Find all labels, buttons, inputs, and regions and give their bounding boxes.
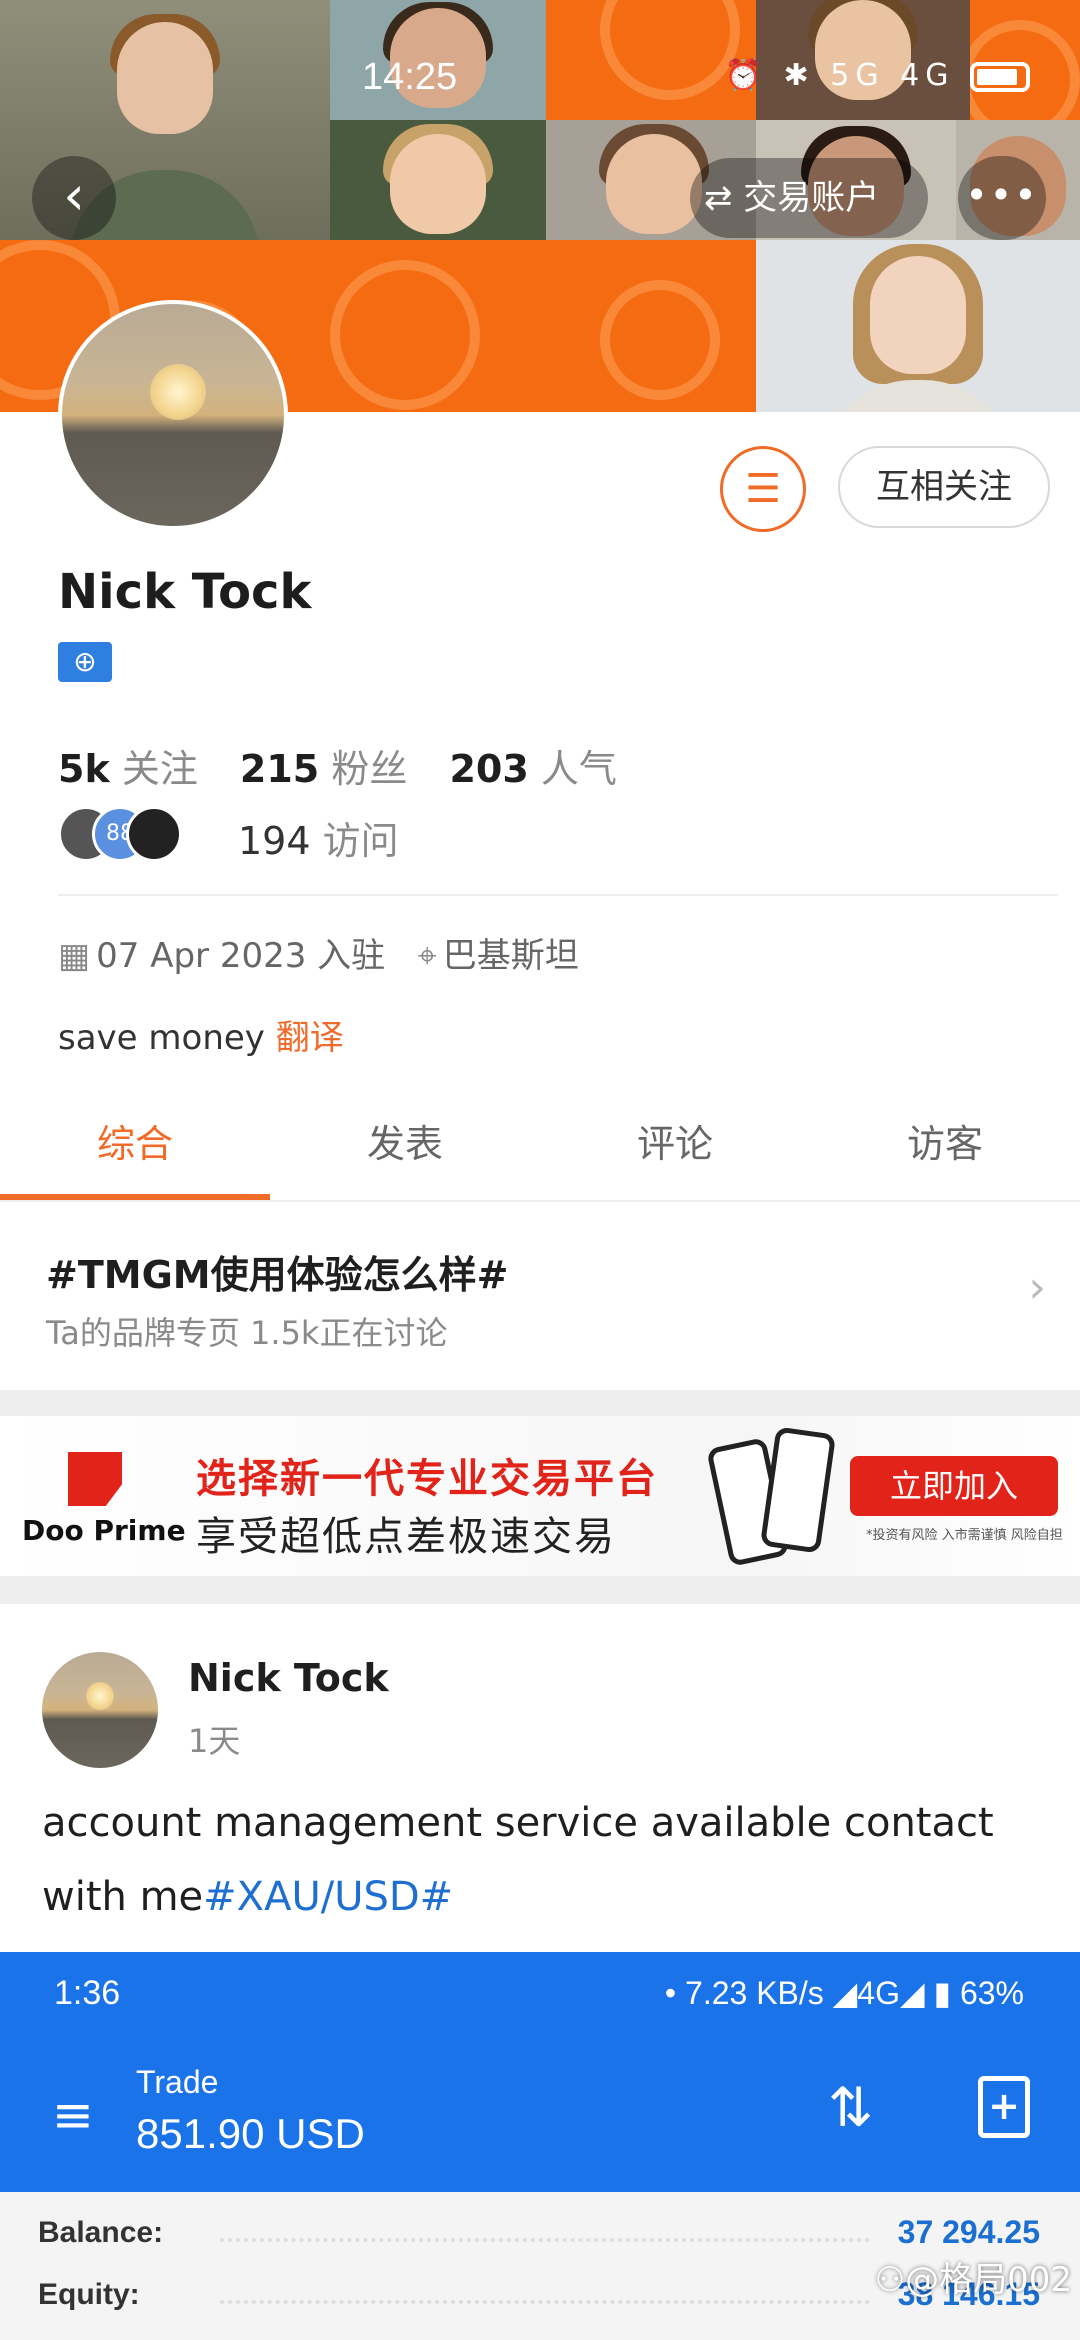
stat-following[interactable]: 5k 关注 (58, 747, 228, 791)
post-card[interactable]: Nick Tock 1天 account management service … (0, 1604, 1080, 2340)
battery-icon (970, 61, 1030, 92)
post-time: 1天 (188, 1722, 241, 1760)
stat-followers[interactable]: 215 粉丝 (240, 747, 437, 791)
chevron-left-icon: ‹ (63, 164, 85, 227)
status-icons: ⏰ ✱ 5G 4G (725, 58, 1030, 93)
message-button[interactable]: ☰ (720, 446, 806, 532)
doo-prime-logo: Doo Prime (22, 1452, 192, 1552)
menu-icon: ≡ (52, 2086, 94, 2144)
tab-visitors[interactable]: 访客 (810, 1104, 1080, 1200)
balance-value: 37 294.25 (897, 2214, 1040, 2250)
status-bar: 14:25 ⏰ ✱ 5G 4G (0, 52, 1080, 112)
embedded-status-icons: • 7.23 KB/s ◢4G◢ ▮ 63% (664, 1975, 1024, 2011)
profile-bio: save money 翻译 (58, 1018, 344, 1058)
banner-photo (330, 120, 546, 240)
avatar (126, 806, 182, 862)
tab-posts[interactable]: 发表 (270, 1104, 540, 1200)
status-time: 14:25 (362, 56, 458, 98)
banner-photo (756, 240, 1080, 412)
tab-overview[interactable]: 综合 (0, 1104, 270, 1200)
dotted-leader (220, 2300, 870, 2304)
visitors-row[interactable]: 88 194 访问 (58, 806, 558, 866)
more-icon: ••• (965, 173, 1039, 217)
ad-disclaimer: *投资有风险 入市需谨慎 风险自担 (866, 1528, 1063, 1543)
back-button[interactable]: ‹ (32, 156, 116, 240)
ad-subline: 享受超低点差极速交易 (196, 1514, 616, 1560)
topic-card[interactable]: #TMGM使用体验怎么样# Ta的品牌专页 1.5k正在讨论 › (0, 1202, 1080, 1390)
watermark: ⚇@格局002 (874, 2260, 1072, 2300)
ad-headline: 选择新一代专业交易平台 (196, 1456, 658, 1502)
profile-avatar[interactable] (58, 300, 288, 530)
trading-account-button[interactable]: ⇄ 交易账户 (690, 158, 928, 238)
dotted-leader (220, 2238, 870, 2242)
follow-button[interactable]: 互相关注 (838, 446, 1050, 528)
sort-icon: ⇅ (828, 2076, 874, 2139)
post-author[interactable]: Nick Tock (188, 1656, 389, 1700)
visit-count: 194 访问 (238, 819, 399, 863)
location: 巴基斯坦 (442, 936, 579, 976)
ad-join-button[interactable]: 立即加入 (850, 1456, 1058, 1516)
profile-meta: ▦ 07 Apr 2023 入驻 ⌖ 巴基斯坦 (58, 928, 579, 977)
embedded-trade-amount: 851.90 USD (136, 2110, 365, 2157)
calendar-icon: ▦ (58, 936, 91, 976)
profile-tabs: 综合 发表 评论 访客 (0, 1104, 1080, 1200)
divider (58, 894, 1058, 896)
balance-label: Balance: (38, 2216, 164, 2249)
avatar[interactable] (42, 1652, 158, 1768)
profile-name: Nick Tock (58, 564, 312, 620)
chevron-right-icon: › (1028, 1262, 1046, 1313)
embedded-trade-label: Trade (136, 2064, 219, 2100)
location-pin-icon: ⌖ (417, 936, 437, 976)
more-button[interactable]: ••• (958, 156, 1046, 240)
section-gap (0, 1390, 1080, 1416)
stat-popularity[interactable]: 203 人气 (449, 747, 646, 791)
phone-illustration (706, 1426, 838, 1567)
post-hashtag[interactable]: #XAU/USD# (203, 1874, 453, 1920)
tab-comments[interactable]: 评论 (540, 1104, 810, 1200)
topic-title: #TMGM使用体验怎么样# (46, 1253, 509, 1297)
section-gap (0, 1576, 1080, 1604)
profile-page: 14:25 ⏰ ✱ 5G 4G ‹ ⇄ 交易账户 ••• ☰ 互相关注 Nick… (0, 0, 1080, 2340)
profile-stats: 5k 关注 215 粉丝 203 人气 (58, 738, 647, 793)
message-icon: ☰ (745, 466, 781, 512)
joined-date: 07 Apr 2023 入驻 (96, 936, 386, 976)
post-text: account management service available con… (42, 1800, 994, 1920)
new-order-icon: + (978, 2076, 1030, 2138)
embedded-time: 1:36 (54, 1974, 121, 2012)
topic-subtitle: Ta的品牌专页 1.5k正在讨论 (46, 1314, 448, 1352)
equity-label: Equity: (38, 2278, 140, 2311)
ad-banner[interactable]: Doo Prime 选择新一代专业交易平台 享受超低点差极速交易 立即加入 *投… (0, 1416, 1080, 1576)
globe-icon: ⊕ (58, 642, 112, 682)
translate-link[interactable]: 翻译 (276, 1018, 344, 1058)
